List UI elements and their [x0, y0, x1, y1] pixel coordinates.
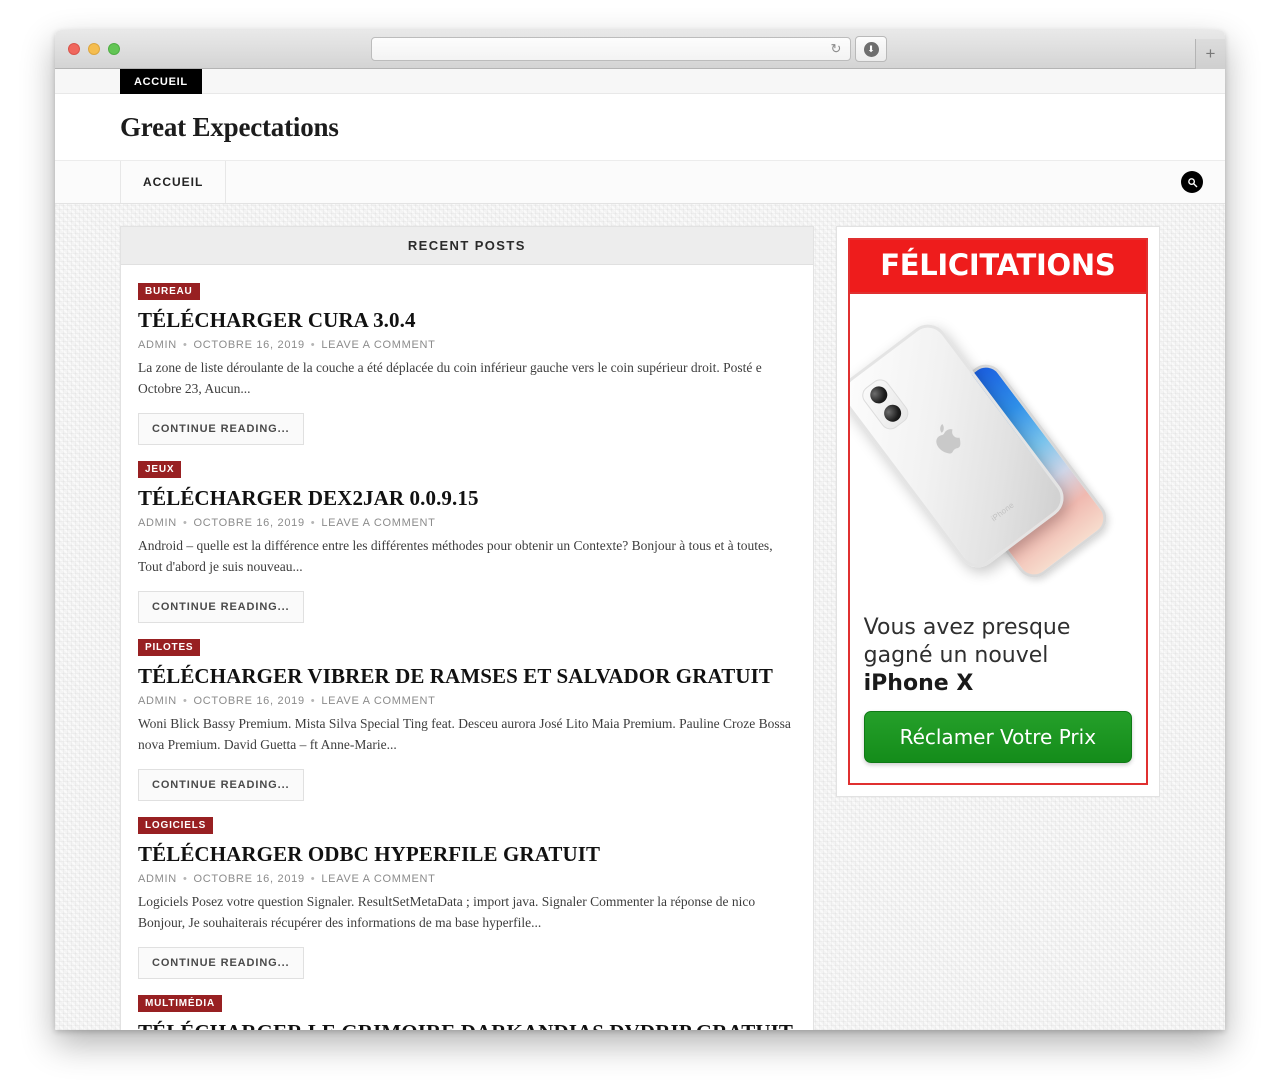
continue-reading-button[interactable]: CONTINUE READING... — [138, 946, 304, 979]
post-title[interactable]: TÉLÉCHARGER VIBRER DE RAMSES ET SALVADOR… — [138, 664, 796, 688]
camera-lens-icon — [880, 401, 905, 426]
window-controls — [68, 43, 120, 55]
post-title[interactable]: TÉLÉCHARGER CURA 3.0.4 — [138, 308, 796, 332]
minimize-window-button[interactable] — [88, 43, 100, 55]
downloads-button[interactable]: ⬇ — [855, 36, 887, 62]
post-item: BUREAU TÉLÉCHARGER CURA 3.0.4 ADMIN • OCTOBR… — [138, 281, 796, 459]
meta-separator: • — [310, 873, 316, 886]
meta-separator: • — [310, 517, 316, 530]
reload-icon[interactable]: ↻ — [826, 39, 846, 59]
post-title[interactable]: TÉLÉCHARGER LE GRIMOIRE DARKANDIAS DVDRI… — [138, 1020, 796, 1030]
post-date: OCTOBRE 16, 2019 — [193, 873, 305, 886]
post-author[interactable]: ADMIN — [138, 339, 177, 351]
post-comment-link[interactable]: LEAVE A COMMENT — [321, 873, 435, 885]
post-author[interactable]: ADMIN — [138, 517, 177, 529]
meta-separator: • — [182, 695, 188, 708]
iphone-wordmark: iPhone — [989, 500, 1016, 524]
post-author[interactable]: ADMIN — [138, 695, 177, 707]
post-date: OCTOBRE 16, 2019 — [193, 339, 305, 352]
post-comment-link[interactable]: LEAVE A COMMENT — [321, 339, 435, 351]
nav-item-label: ACCUEIL — [143, 175, 204, 189]
post-date: OCTOBRE 16, 2019 — [193, 695, 305, 708]
post-category-badge[interactable]: JEUX — [138, 460, 182, 478]
post-item: LOGICIELS TÉLÉCHARGER ODBC HYPERFILE GRAT… — [138, 815, 796, 993]
continue-reading-button[interactable]: CONTINUE READING... — [138, 590, 304, 623]
apple-logo-icon — [935, 423, 960, 454]
post-comment-link[interactable]: LEAVE A COMMENT — [321, 517, 435, 529]
meta-separator: • — [182, 339, 188, 352]
search-icon — [1187, 177, 1197, 187]
post-comment-link[interactable]: LEAVE A COMMENT — [321, 695, 435, 707]
sidebar: FÉLICITATIONS iPhone Vous avez presque g… — [835, 226, 1160, 1030]
ad-cta-button[interactable]: Réclamer Votre Prix — [863, 711, 1132, 764]
ad-copy: Vous avez presque gagné un nouvel iPhone… — [849, 604, 1146, 784]
site-title[interactable]: Great Expectations — [120, 112, 339, 143]
post-excerpt: Android – quelle est la différence entre… — [138, 538, 773, 575]
post-item: PILOTES TÉLÉCHARGER VIBRER DE RAMSES ET S… — [138, 637, 796, 815]
browser-titlebar: ↻ ⬇ + — [55, 30, 1225, 69]
section-title-recent-posts: RECENT POSTS — [121, 227, 813, 265]
meta-separator: • — [310, 695, 316, 708]
close-window-button[interactable] — [68, 43, 80, 55]
topbar-tab-label: ACCUEIL — [134, 75, 188, 88]
post-category-badge[interactable]: MULTIMÉDIA — [138, 994, 223, 1012]
post-meta: ADMIN • OCTOBRE 16, 2019 • LEAVE A COMMENT — [138, 517, 796, 529]
camera-bump-icon — [857, 375, 912, 434]
url-input[interactable] — [372, 43, 826, 55]
continue-reading-button[interactable]: CONTINUE READING... — [138, 768, 304, 801]
meta-separator: • — [182, 873, 188, 886]
new-tab-button[interactable]: + — [1195, 39, 1225, 69]
post-meta: ADMIN • OCTOBRE 16, 2019 • LEAVE A COMMENT — [138, 339, 796, 351]
ad-banner-text: FÉLICITATIONS — [880, 248, 1116, 282]
meta-separator: • — [182, 517, 188, 530]
address-bar[interactable]: ↻ — [371, 37, 851, 61]
post-date: OCTOBRE 16, 2019 — [193, 517, 305, 530]
post-meta: ADMIN • OCTOBRE 16, 2019 • LEAVE A COMMENT — [138, 873, 796, 885]
ad-line-1: Vous avez presque — [863, 615, 1071, 640]
post-excerpt: Logiciels Posez votre question Signaler.… — [138, 894, 756, 931]
primary-navigation: ACCUEIL — [55, 161, 1225, 204]
ad-line-3: iPhone X — [863, 671, 974, 697]
site-topbar: ACCUEIL — [55, 69, 1225, 94]
advertisement-widget[interactable]: FÉLICITATIONS iPhone Vous avez presque g… — [835, 226, 1160, 798]
new-tab-label: + — [1205, 44, 1216, 63]
post-author[interactable]: ADMIN — [138, 873, 177, 885]
post-excerpt: La zone de liste déroulante de la couche… — [138, 360, 762, 397]
post-title[interactable]: TÉLÉCHARGER DEX2JAR 0.0.9.15 — [138, 486, 796, 510]
main-content: RECENT POSTS BUREAU TÉLÉCHARGER CURA 3.0.… — [120, 226, 814, 1030]
post-meta: ADMIN • OCTOBRE 16, 2019 • LEAVE A COMMENT — [138, 695, 796, 707]
post-category-badge[interactable]: BUREAU — [138, 283, 200, 300]
meta-separator: • — [310, 339, 316, 352]
post-category-badge[interactable]: PILOTES — [138, 638, 201, 656]
ad-product-image: iPhone — [849, 294, 1146, 604]
post-list: BUREAU TÉLÉCHARGER CURA 3.0.4 ADMIN • OCTOBR… — [121, 265, 813, 1030]
ad-frame: FÉLICITATIONS iPhone Vous avez presque g… — [847, 238, 1148, 786]
post-excerpt: Woni Blick Bassy Premium. Mista Silva Sp… — [138, 716, 791, 753]
download-icon: ⬇ — [863, 41, 879, 57]
post-category-badge[interactable]: LOGICIELS — [138, 816, 214, 834]
topbar-tab-accueil[interactable]: ACCUEIL — [120, 69, 202, 94]
maximize-window-button[interactable] — [108, 43, 120, 55]
camera-lens-icon — [866, 382, 891, 407]
search-toggle-button[interactable] — [1181, 171, 1203, 193]
browser-window: ↻ ⬇ + ACCUEIL Great Expectations ACCUEIL — [55, 30, 1225, 1030]
content-layout: RECENT POSTS BUREAU TÉLÉCHARGER CURA 3.0.… — [55, 226, 1225, 1030]
ad-line-2: gagné un nouvel — [863, 643, 1049, 669]
site-header: Great Expectations — [55, 94, 1225, 161]
page-body: RECENT POSTS BUREAU TÉLÉCHARGER CURA 3.0.… — [55, 204, 1225, 1030]
post-item: JEUX TÉLÉCHARGER DEX2JAR 0.0.9.15 ADMIN • OC… — [138, 459, 796, 637]
post-title[interactable]: TÉLÉCHARGER ODBC HYPERFILE GRATUIT — [138, 842, 796, 866]
nav-item-accueil[interactable]: ACCUEIL — [120, 161, 227, 203]
ad-banner: FÉLICITATIONS — [849, 240, 1146, 294]
post-item: MULTIMÉDIA TÉLÉCHARGER LE GRIMOIRE DARKAN… — [138, 993, 796, 1030]
continue-reading-button[interactable]: CONTINUE READING... — [138, 412, 304, 445]
